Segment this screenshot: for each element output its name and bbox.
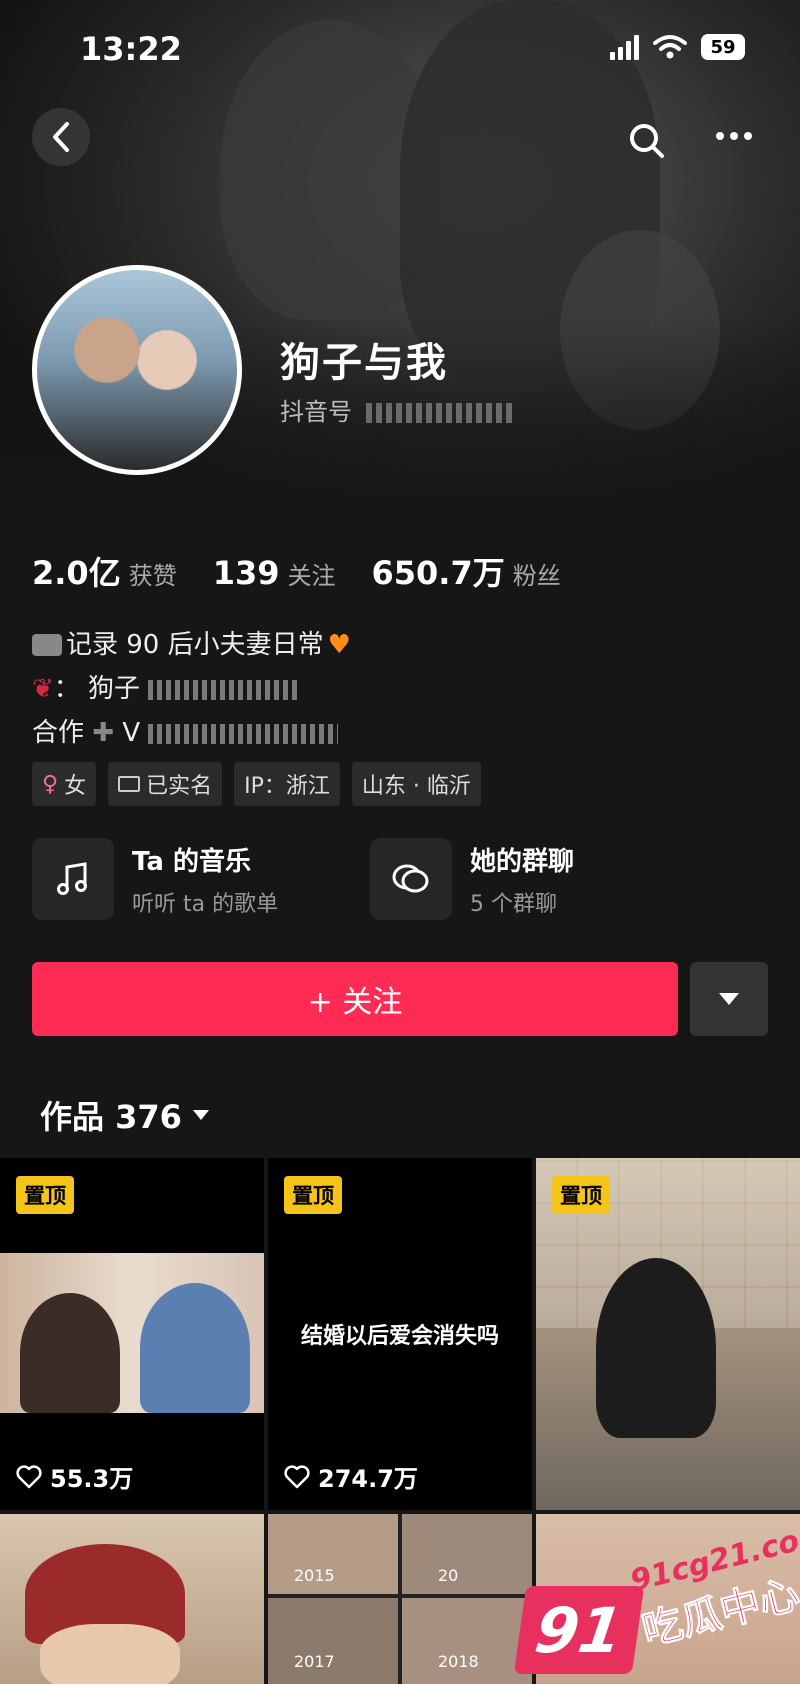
stat-following[interactable]: 139 关注 xyxy=(213,554,336,592)
account-id: 抖音号 xyxy=(280,392,516,427)
status-time: 13:22 xyxy=(80,30,182,68)
id-card-icon xyxy=(118,776,141,792)
feature-group-sub: 5 个群聊 xyxy=(470,891,557,917)
video-tile[interactable]: 2015 20 2017 2018 xyxy=(268,1514,532,1684)
video-tile[interactable]: 置顶 xyxy=(536,1158,800,1510)
follow-dropdown-button[interactable] xyxy=(690,962,768,1036)
caret-down-icon xyxy=(192,1110,209,1120)
pinned-badge: 置顶 xyxy=(16,1176,74,1214)
more-dots-icon xyxy=(716,132,752,140)
feature-music-title: Ta 的音乐 xyxy=(132,846,251,877)
female-icon: ♀ xyxy=(42,771,59,797)
pinned-badge: 置顶 xyxy=(284,1176,342,1214)
video-tile[interactable]: 置顶 55.3万 xyxy=(0,1158,264,1510)
video-thumbnail xyxy=(0,1253,264,1413)
ribbon-icon: ❦ xyxy=(32,674,54,704)
follow-button[interactable]: + 关注 xyxy=(32,962,678,1036)
feature-music-sub: 听听 ta 的歌单 xyxy=(132,891,279,917)
like-count: 274.7万 xyxy=(284,1459,418,1494)
bio-line-2: ❦： 狗子 xyxy=(32,668,299,705)
more-options-button[interactable] xyxy=(716,132,752,140)
bio-line-3: 合作 ✚ V xyxy=(32,712,339,749)
orange-heart-icon: ♥ xyxy=(327,630,351,660)
year-label: 2018 xyxy=(438,1652,479,1671)
search-icon xyxy=(630,124,664,158)
pinned-badge: 置顶 xyxy=(552,1176,610,1214)
avatar[interactable] xyxy=(32,265,242,475)
tag-location: 山东 · 临沂 xyxy=(351,762,481,806)
tag-gender: ♀ 女 xyxy=(32,762,97,806)
watermark-logo: 91 xyxy=(513,1586,645,1674)
profile-tags: ♀ 女 已实名 IP：浙江 山东 · 临沂 xyxy=(32,762,481,806)
like-count: 55.3万 xyxy=(16,1459,133,1494)
tag-verified: 已实名 xyxy=(108,762,223,806)
wifi-icon xyxy=(653,35,687,59)
tag-ip: IP：浙江 xyxy=(234,762,340,806)
video-tile[interactable]: 置顶 结婚以后爱会消失吗 274.7万 xyxy=(268,1158,532,1510)
signal-icon xyxy=(610,34,639,60)
profile-nickname: 狗子与我 xyxy=(280,340,448,386)
chevron-left-icon xyxy=(53,122,69,152)
heart-outline-icon xyxy=(16,1464,42,1488)
music-note-icon xyxy=(32,838,114,920)
video-caption: 结婚以后爱会消失吗 xyxy=(300,1324,499,1349)
video-tile[interactable] xyxy=(0,1514,264,1684)
profile-stats: 2.0亿 获赞 139 关注 650.7万 粉丝 xyxy=(32,548,561,594)
caret-down-icon xyxy=(719,993,739,1005)
status-icons: 59 xyxy=(610,34,745,60)
plus-icon: ✚ xyxy=(92,718,115,748)
year-label: 20 xyxy=(438,1566,459,1585)
feature-group-chat[interactable]: 她的群聊 5 个群聊 xyxy=(370,838,574,920)
stat-followers[interactable]: 650.7万 粉丝 xyxy=(372,548,561,594)
works-tab[interactable]: 作品 376 xyxy=(40,1092,210,1138)
year-label: 2015 xyxy=(294,1566,335,1585)
account-id-label: 抖音号 xyxy=(280,398,352,426)
battery-icon: 59 xyxy=(701,34,745,60)
group-chat-icon xyxy=(370,838,452,920)
stat-likes[interactable]: 2.0亿 获赞 xyxy=(32,548,177,594)
heart-outline-icon xyxy=(284,1464,310,1488)
search-button[interactable] xyxy=(628,122,666,164)
feature-music[interactable]: Ta 的音乐 听听 ta 的歌单 xyxy=(32,838,278,920)
camera-icon xyxy=(32,634,62,656)
redacted-text xyxy=(148,679,299,700)
feature-group-title: 她的群聊 xyxy=(470,846,575,877)
redacted-contact xyxy=(148,723,339,744)
bio-line-1: 记录 90 后小夫妻日常 ♥ xyxy=(32,624,351,661)
redacted-id xyxy=(365,403,516,423)
year-label: 2017 xyxy=(294,1652,335,1671)
back-button[interactable] xyxy=(32,108,90,166)
